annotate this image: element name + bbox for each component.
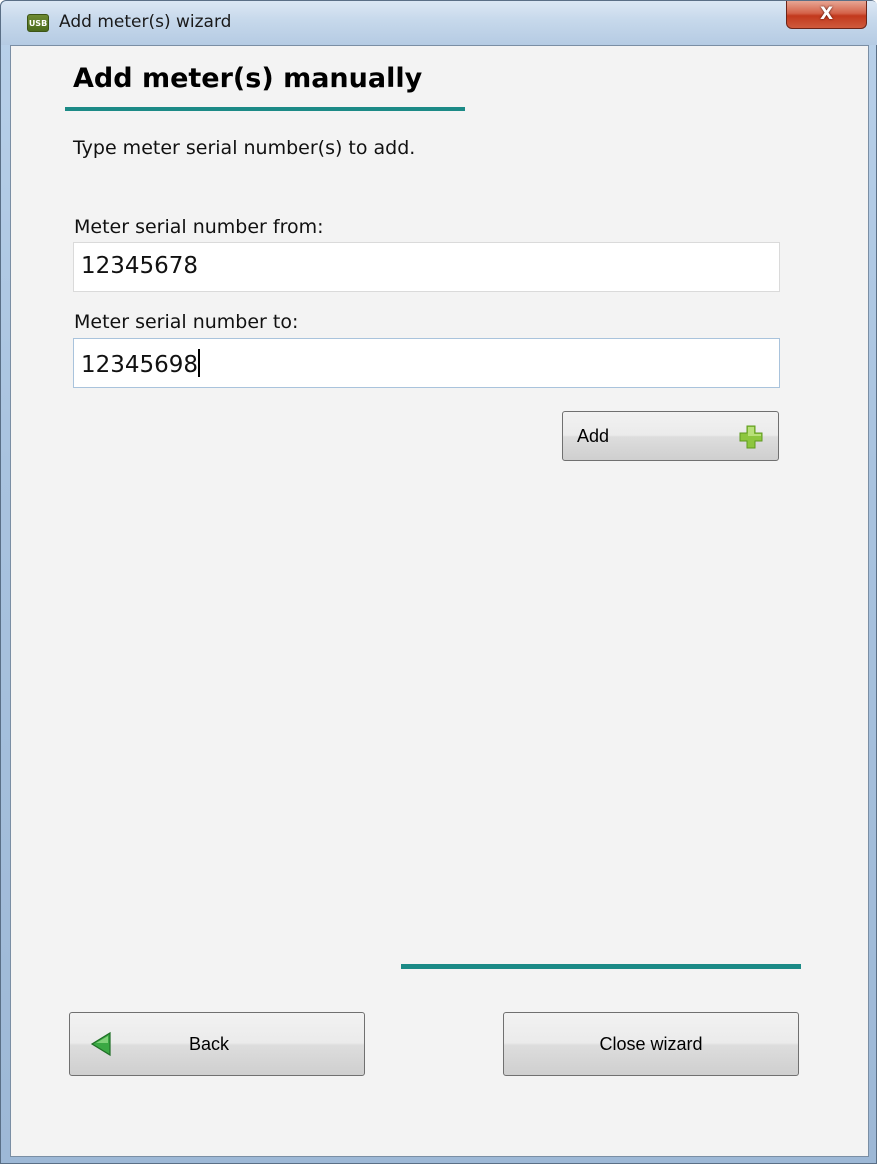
add-button[interactable]: Add [562,411,779,461]
serial-to-input[interactable]: 12345698 [73,338,780,388]
text-caret [198,349,201,377]
wizard-window: USB Add meter(s) wizard X Add meter(s) m… [0,0,877,1164]
back-arrow-icon [90,1031,111,1057]
instruction-text: Type meter serial number(s) to add. [73,137,416,159]
close-wizard-button[interactable]: Close wizard [503,1012,799,1076]
serial-from-label: Meter serial number from: [74,216,324,238]
serial-from-value: 12345678 [81,253,199,279]
heading-underline [65,107,465,111]
page-title: Add meter(s) manually [73,63,423,94]
back-button[interactable]: Back [69,1012,365,1076]
close-wizard-label: Close wizard [599,1034,703,1054]
add-button-label: Add [577,426,610,446]
window-close-button[interactable]: X [786,1,867,29]
footer-divider [401,964,801,969]
back-button-label: Back [189,1034,230,1054]
serial-to-label: Meter serial number to: [74,311,299,333]
title-bar[interactable]: USB Add meter(s) wizard X [1,1,877,45]
app-icon: USB [27,14,49,32]
plus-icon [739,425,763,449]
wizard-content [10,45,869,1157]
window-title: Add meter(s) wizard [59,12,232,32]
serial-to-value: 12345698 [81,352,199,378]
serial-from-input[interactable]: 12345678 [73,242,780,292]
